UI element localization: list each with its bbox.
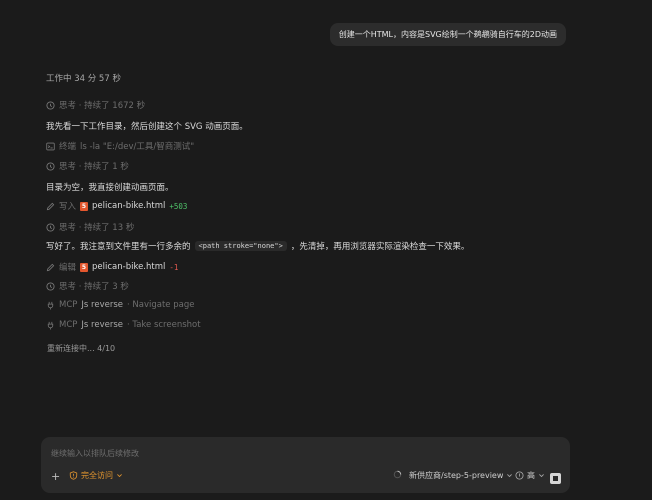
chevron-down-icon — [539, 474, 544, 478]
gauge-icon — [515, 471, 524, 480]
model-selector[interactable]: 新供应商/step-5-preview — [409, 470, 513, 481]
composer-toolbar: + 完全访问 新供应商/step-5-preview 高 — [41, 470, 570, 486]
access-mode-dropdown[interactable]: 完全访问 — [69, 470, 123, 481]
text-after-code: ，先清掉，再用浏览器实际渲染检查一下效果。 — [290, 242, 470, 252]
reconnect-status: 重新连接中... 4/10 — [47, 344, 116, 353]
model-label: 新供应商/step-5-preview — [409, 471, 504, 480]
plug-icon — [47, 301, 54, 310]
write-label: 写入 — [59, 202, 77, 212]
stop-button[interactable] — [550, 473, 561, 484]
file-name[interactable]: pelican-bike.html — [92, 201, 165, 211]
think-step[interactable]: 思考 · 持续了 1672 秒 — [46, 99, 145, 111]
user-message-bubble: 创建一个HTML，内容是SVG绘制一个鹈鹕骑自行车的2D动画 — [329, 23, 566, 46]
think-step[interactable]: 思考 · 持续了 3 秒 — [46, 280, 129, 292]
mcp-server: Js reverse — [81, 300, 123, 310]
assistant-text: 我先看一下工作目录，然后创建这个 SVG 动画页面。 — [46, 122, 248, 132]
think-label: 思考 · 持续了 3 秒 — [59, 282, 129, 292]
write-step[interactable]: 写入 5 pelican-bike.html +503 — [46, 200, 187, 212]
pencil-icon — [46, 263, 55, 271]
mcp-step[interactable]: MCP Js reverse · Navigate page — [46, 300, 194, 310]
pencil-icon — [46, 202, 55, 210]
work-time-status: 工作中 34 分 57 秒 — [46, 74, 121, 84]
chevron-down-icon — [117, 474, 122, 478]
mcp-server: Js reverse — [81, 320, 123, 330]
terminal-step[interactable]: 终端 ls -la "E:/dev/工具/智商测试" — [46, 140, 194, 152]
terminal-label: 终端 — [59, 142, 77, 152]
composer: + 完全访问 新供应商/step-5-preview 高 — [41, 437, 570, 493]
think-label: 思考 · 持续了 1 秒 — [59, 162, 129, 172]
plus-icon: + — [51, 470, 61, 483]
diff-added: +503 — [169, 201, 188, 211]
think-step[interactable]: 思考 · 持续了 13 秒 — [46, 221, 134, 233]
plug-icon — [47, 321, 54, 330]
edit-step[interactable]: 编辑 5 pelican-bike.html -1 — [46, 261, 178, 273]
edit-label: 编辑 — [59, 263, 77, 273]
access-label: 完全访问 — [81, 471, 113, 480]
spinner-icon — [393, 470, 402, 479]
html-file-icon: 5 — [80, 262, 89, 272]
clock-icon — [46, 281, 55, 291]
diff-removed: -1 — [169, 262, 179, 272]
loading-spinner — [393, 470, 402, 479]
clock-icon — [46, 222, 55, 232]
message-input[interactable] — [49, 444, 533, 462]
think-step[interactable]: 思考 · 持续了 1 秒 — [46, 160, 129, 172]
add-button[interactable]: + — [51, 470, 60, 483]
assistant-text: 目录为空，我直接创建动画页面。 — [46, 183, 174, 193]
clock-icon — [46, 100, 55, 110]
terminal-command: ls -la "E:/dev/工具/智商测试" — [80, 142, 195, 152]
mcp-label: MCP — [59, 320, 78, 330]
terminal-icon — [46, 142, 55, 150]
mcp-action: · Take screenshot — [127, 320, 201, 330]
mcp-label: MCP — [59, 300, 78, 310]
inline-code: <path stroke="none"> — [194, 241, 287, 251]
think-label: 思考 · 持续了 13 秒 — [59, 223, 135, 233]
clock-icon — [46, 161, 55, 171]
text-before-code: 写好了。我注意到文件里有一行多余的 — [46, 242, 191, 252]
mcp-action: · Navigate page — [127, 300, 195, 310]
shield-icon — [69, 471, 78, 480]
effort-selector[interactable]: 高 — [515, 470, 545, 481]
mcp-step[interactable]: MCP Js reverse · Take screenshot — [46, 320, 201, 330]
html-file-icon: 5 — [80, 201, 89, 211]
chevron-down-icon — [507, 474, 513, 478]
effort-label: 高 — [527, 471, 535, 480]
assistant-text-with-code: 写好了。我注意到文件里有一行多余的 <path stroke="none"> ，… — [46, 240, 469, 252]
think-label: 思考 · 持续了 1672 秒 — [59, 101, 146, 111]
file-name[interactable]: pelican-bike.html — [92, 262, 165, 272]
stop-icon — [553, 476, 558, 481]
